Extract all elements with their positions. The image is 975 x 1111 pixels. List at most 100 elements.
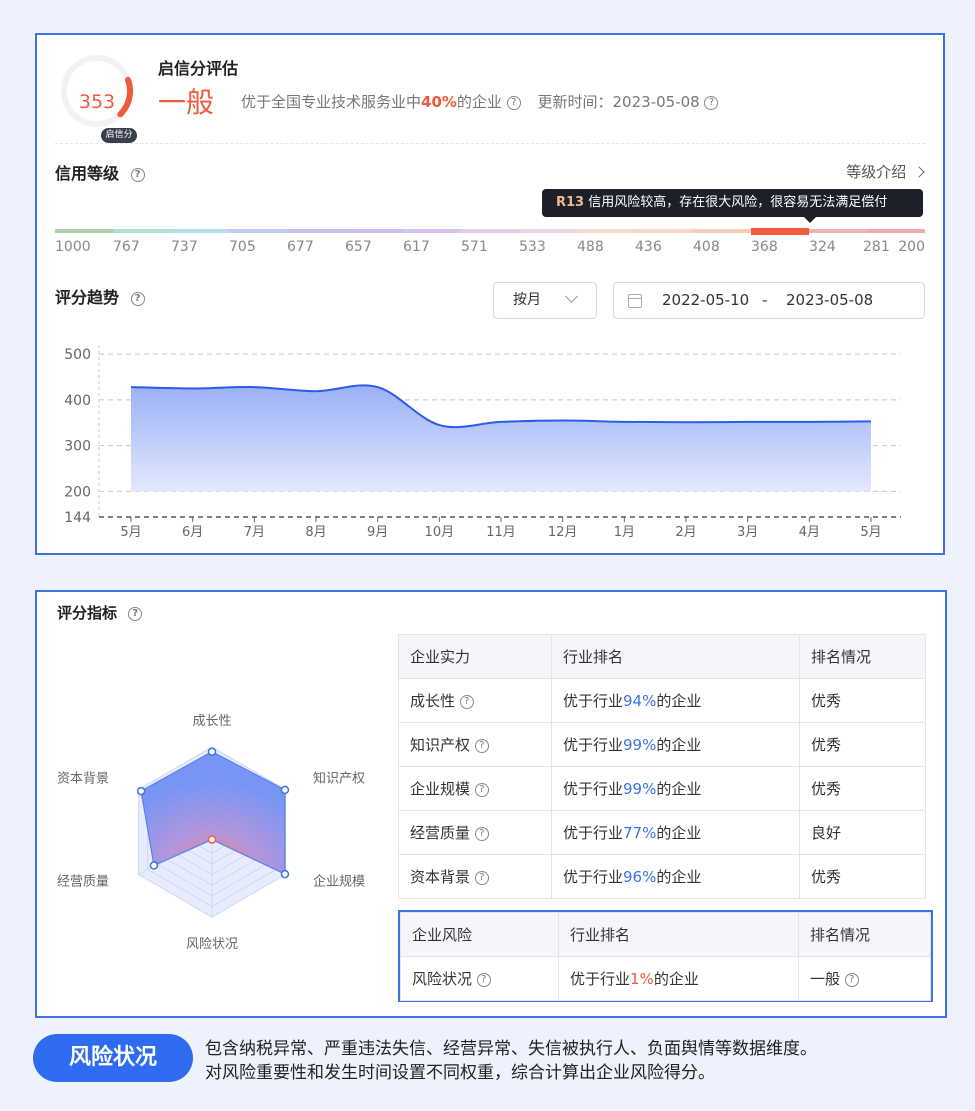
date-end[interactable]: 2023-05-08: [786, 283, 873, 318]
level-tick-label: 408: [693, 239, 720, 255]
radar-point: [136, 786, 146, 796]
help-icon[interactable]: ?: [474, 738, 489, 753]
risk-status-cell: 一般 ?: [798, 956, 931, 1001]
help-icon[interactable]: ?: [130, 167, 145, 182]
x-tick-label: 6月: [182, 525, 203, 540]
date-separator: -: [762, 291, 768, 309]
header-strength: 企业实力: [398, 634, 552, 679]
level-tooltip: R13 信用风险较高，存在很大风险，很容易无法满足偿付: [542, 189, 923, 223]
rank-prefix: 优于行业: [563, 868, 624, 886]
rank-percent: 96%: [623, 868, 657, 886]
radar-label: 知识产权: [313, 771, 365, 787]
indicator-name-cell: 资本背景 ?: [398, 854, 552, 899]
indicators-panel: 评分指标 ? 成长性 知识产权 企业规模 风险状况 经营质量 资本背景 企业实力 行业排名…: [35, 590, 947, 1018]
radar-point: [280, 869, 290, 879]
level-intro-label: 等级介绍: [846, 163, 907, 181]
indicator-status: 良好: [811, 824, 842, 842]
indicator-rank-cell: 优于行业99%的企业: [551, 722, 800, 767]
level-tick-label: 200: [898, 239, 925, 255]
help-icon[interactable]: ?: [474, 782, 489, 797]
risk-status-pill: 风险状况: [33, 1034, 193, 1082]
level-tick-label: 657: [345, 239, 372, 255]
help-icon[interactable]: ?: [476, 972, 491, 987]
help-icon[interactable]: ?: [474, 826, 489, 841]
x-tick-label: 5月: [860, 525, 881, 540]
score-value: 353: [78, 91, 116, 113]
radar-point: [207, 835, 217, 844]
indicator-status-cell: 优秀: [799, 678, 926, 723]
rank-prefix: 优于行业: [563, 736, 624, 754]
rank-prefix: 优于行业: [570, 970, 631, 988]
x-tick-label: 12月: [548, 525, 578, 540]
y-tick-label: 400: [64, 393, 91, 409]
x-tick-label: 8月: [305, 525, 326, 540]
level-tick-label: 281: [863, 239, 890, 255]
credit-level-label: 信用等级: [55, 164, 120, 183]
indicator-name: 资本背景: [410, 868, 471, 886]
score-description: 优于全国专业技术服务业中40%的企业 ? 更新时间：2023-05-08 ?: [241, 91, 719, 112]
radar-label: 经营质量: [57, 875, 109, 890]
header-risk: 企业风险: [400, 912, 559, 957]
help-icon[interactable]: ?: [128, 606, 143, 621]
help-icon[interactable]: ?: [459, 694, 474, 709]
date-range-picker[interactable]: 2022-05-10 - 2023-05-08: [613, 282, 925, 319]
indicator-rank-cell: 优于行业99%的企业: [551, 766, 800, 811]
help-icon[interactable]: ?: [506, 95, 521, 110]
divider: [55, 143, 925, 144]
rank-suffix: 的企业: [656, 868, 702, 886]
level-segment: [113, 229, 171, 233]
level-segment: [403, 229, 461, 233]
tooltip-text: 信用风险较高，存在很大风险，很容易无法满足偿付: [588, 195, 888, 210]
level-tick-label: 705: [229, 239, 256, 255]
level-segment: [519, 229, 577, 233]
indicator-rank-cell: 优于行业77%的企业: [551, 810, 800, 855]
level-segment: [577, 229, 635, 233]
chevron-right-icon: [913, 166, 925, 178]
radar-label: 风险状况: [186, 937, 238, 952]
help-icon[interactable]: ?: [844, 972, 859, 987]
rank-suffix: 的企业: [656, 692, 702, 710]
header-status: 排名情况: [799, 634, 926, 679]
credit-level-scale: [55, 228, 925, 235]
period-select[interactable]: 按月: [493, 282, 597, 319]
level-segment: [287, 229, 345, 233]
rank-percent: 77%: [623, 824, 657, 842]
strength-table: 企业实力 行业排名 排名情况 成长性 ? 优于行业94%的企业 优秀 知识产权 ? 优于…: [398, 634, 926, 899]
trend-label: 评分趋势: [55, 288, 120, 307]
rank-suffix: 的企业: [653, 970, 699, 988]
indicator-name: 成长性: [410, 692, 456, 710]
indicators-title: 评分指标 ?: [57, 602, 143, 623]
rank-prefix: 优于行业: [563, 824, 624, 842]
credit-level-title: 信用等级 ?: [55, 160, 145, 184]
indicator-name: 企业规模: [410, 780, 471, 798]
chevron-down-icon: [565, 290, 578, 303]
level-tick-label: 436: [635, 239, 662, 255]
indicator-status: 优秀: [811, 780, 842, 798]
desc-prefix: 优于全国专业技术服务业中: [241, 93, 422, 111]
level-segment: [867, 229, 925, 233]
table-row: 经营质量 ? 优于行业77%的企业 良好: [398, 810, 926, 855]
level-segment: [345, 229, 403, 233]
date-start[interactable]: 2022-05-10: [662, 283, 749, 318]
level-tick-label: 571: [461, 239, 488, 255]
risk-name: 风险状况: [412, 970, 473, 988]
indicator-name-cell: 知识产权 ?: [398, 722, 552, 767]
radar-point: [280, 785, 290, 795]
level-segment: [461, 229, 519, 233]
rank-prefix: 优于行业: [563, 692, 624, 710]
level-tick-label: 533: [519, 239, 546, 255]
help-icon[interactable]: ?: [130, 291, 145, 306]
level-tick-label: 677: [287, 239, 314, 255]
period-value: 按月: [513, 292, 541, 308]
rank-suffix: 的企业: [656, 736, 702, 754]
table-row: 风险状况 ? 优于行业1%的企业 一般 ?: [400, 956, 931, 1001]
table-row: 知识产权 ? 优于行业99%的企业 优秀: [398, 722, 926, 767]
radar-point: [207, 747, 217, 756]
x-tick-label: 2月: [675, 525, 696, 540]
footer-line-2: 对风险重要性和发生时间设置不同权重，综合计算出企业风险得分。: [205, 1063, 715, 1083]
help-icon[interactable]: ?: [704, 95, 719, 110]
rank-suffix: 的企业: [656, 824, 702, 842]
help-icon[interactable]: ?: [474, 870, 489, 885]
y-tick-label: 144: [64, 510, 91, 526]
level-intro-link[interactable]: 等级介绍: [846, 161, 925, 182]
